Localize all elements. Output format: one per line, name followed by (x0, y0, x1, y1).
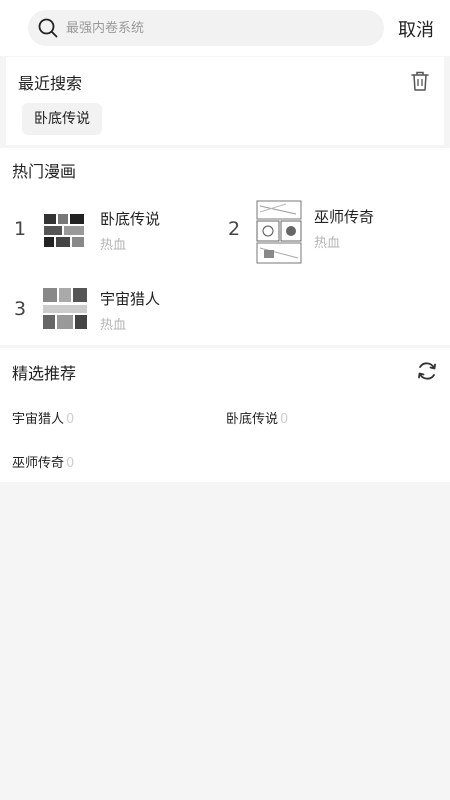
rank-number: 3 (14, 298, 27, 320)
recent-search-chip[interactable]: 卧底传说 (22, 103, 102, 135)
pick-count: 0 (66, 456, 75, 471)
pick-title: 巫师传奇 (12, 456, 65, 471)
hot-comic-item[interactable]: 2 巫师传奇 热血 (228, 200, 428, 264)
featured-picks-title: 精选推荐 (12, 364, 77, 383)
comic-cover-image (256, 200, 302, 264)
comic-tag: 热血 (100, 318, 127, 333)
featured-pick-item[interactable]: 宇宙猎人 0 (12, 408, 74, 427)
pick-title: 宇宙猎人 (12, 412, 65, 427)
comic-tag: 热血 (100, 238, 127, 253)
featured-pick-item[interactable]: 卧底传说 0 (226, 408, 288, 427)
pick-count: 0 (280, 412, 289, 427)
hot-comic-item[interactable]: 1 卧底传说 热血 (14, 202, 214, 262)
comic-tag: 热血 (314, 236, 341, 251)
hot-comic-item[interactable]: 3 宇宙猎人 热血 (14, 282, 214, 342)
rank-number: 2 (228, 218, 241, 240)
featured-pick-item[interactable]: 巫师传奇 0 (12, 452, 74, 471)
comic-title: 巫师传奇 (314, 208, 375, 226)
top-bar: 取消 (0, 0, 450, 56)
pick-count: 0 (66, 412, 75, 427)
search-icon (38, 18, 58, 38)
search-box[interactable] (28, 10, 384, 46)
search-input[interactable] (66, 10, 366, 46)
featured-picks-section: 精选推荐 宇宙猎人 0 卧底传说 0 巫师传奇 0 (0, 348, 450, 482)
pick-title: 卧底传说 (226, 412, 279, 427)
comic-title: 宇宙猎人 (100, 290, 161, 308)
recent-search-section: 最近搜索 卧底传说 (6, 57, 444, 145)
recent-search-title: 最近搜索 (18, 74, 83, 93)
trash-icon[interactable] (410, 70, 430, 92)
cancel-button[interactable]: 取消 (398, 16, 434, 42)
comic-title: 卧底传说 (100, 210, 161, 228)
refresh-icon[interactable] (416, 360, 438, 382)
hot-comics-title: 热门漫画 (12, 162, 77, 181)
comic-cover-image (42, 202, 88, 256)
comic-cover-image (42, 282, 88, 336)
hot-comics-section: 热门漫画 1 卧底传说 热血 2 巫师传奇 热血 3 宇宙猎人 热血 (0, 148, 450, 345)
rank-number: 1 (14, 218, 27, 240)
